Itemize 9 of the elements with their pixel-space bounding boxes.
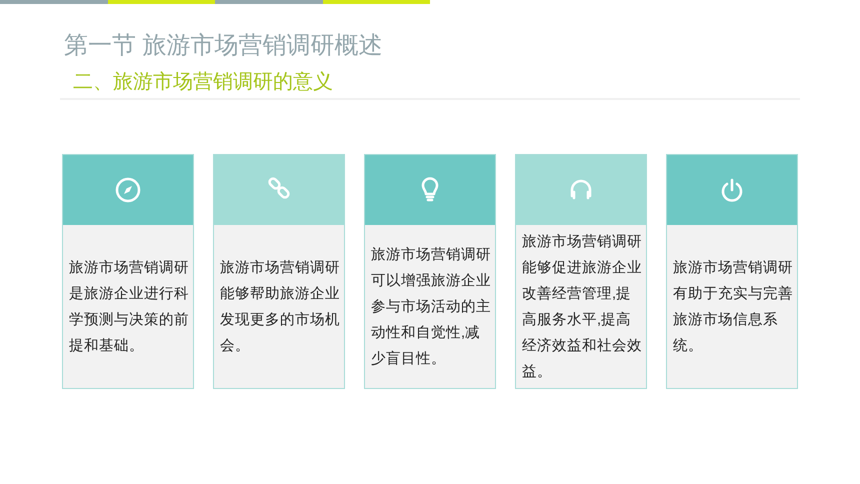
card-text: 旅游市场营销调研有助于充实与完善旅游市场信息系统。 bbox=[673, 258, 794, 356]
power-icon bbox=[719, 177, 745, 203]
slide-subtitle: 二、旅游市场营销调研的意义 bbox=[73, 70, 334, 95]
compass-icon bbox=[115, 177, 141, 203]
slide-title: 第一节 旅游市场营销调研概述 bbox=[64, 31, 384, 61]
card-text: 旅游市场营销调研是旅游企业进行科学预测与决策的前提和基础。 bbox=[69, 258, 190, 356]
card-text: 旅游市场营销调研能够促进旅游企业改善经营管理,提高服务水平,提高经济效益和社会效益。 bbox=[522, 232, 643, 382]
card-text: 旅游市场营销调研可以增强旅游企业参与市场活动的主动性和自觉性,减少盲目性。 bbox=[371, 246, 492, 368]
card-text: 旅游市场营销调研能够帮助旅游企业发现更多的市场机会。 bbox=[220, 258, 341, 356]
